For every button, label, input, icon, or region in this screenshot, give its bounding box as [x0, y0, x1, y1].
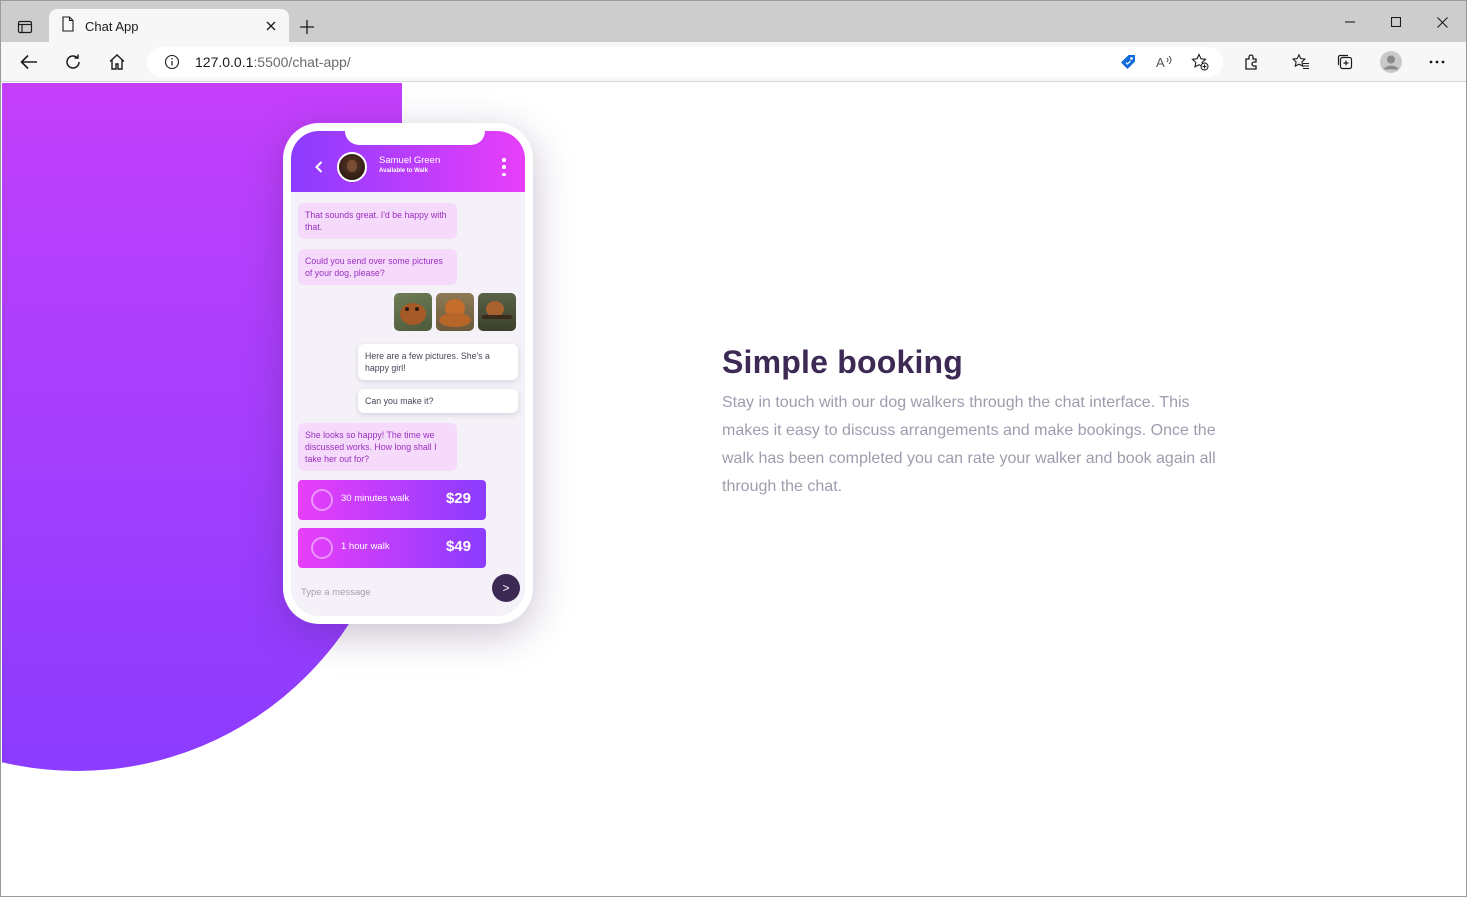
chat-screen: Samuel Green Available to Walk That soun… [291, 131, 525, 616]
kebab-menu-icon[interactable] [497, 157, 511, 177]
svg-text:A: A [1156, 55, 1165, 70]
send-button[interactable]: > [492, 574, 520, 602]
info-icon[interactable] [159, 50, 185, 74]
close-window-button[interactable] [1419, 7, 1465, 37]
dog-photo[interactable] [436, 293, 474, 331]
read-aloud-icon[interactable]: A [1151, 50, 1177, 74]
new-tab-button[interactable] [293, 13, 321, 41]
home-icon[interactable] [101, 47, 133, 77]
favorites-icon[interactable] [1285, 47, 1317, 77]
radio-circle[interactable] [311, 489, 333, 511]
feature-section: Simple booking Stay in touch with our do… [722, 344, 1232, 501]
back-arrow-icon[interactable] [13, 47, 45, 77]
browser-toolbar: 127.0.0.1:5500/chat-app/ A [1, 42, 1466, 82]
more-options-icon[interactable] [1421, 47, 1453, 77]
collections-icon[interactable] [1329, 47, 1361, 77]
page-icon [61, 16, 75, 36]
extensions-icon[interactable] [1236, 47, 1268, 77]
browser-window: Chat App 127.0.0.1:5500/chat-app/ A Samu… [0, 0, 1467, 897]
refresh-icon[interactable] [57, 47, 89, 77]
message-bubble-sent: Here are a few pictures. She's a happy g… [358, 344, 518, 380]
phone-notch [345, 131, 485, 145]
walk-option-30-minutes[interactable]: 30 minutes walk $29 [298, 480, 486, 520]
maximize-button[interactable] [1373, 7, 1419, 37]
offer-label: 30 minutes walk [341, 493, 410, 504]
message-bubble-sent: Can you make it? [358, 389, 518, 413]
message-bubble-received: That sounds great. I'd be happy with tha… [298, 203, 457, 239]
tab-title: Chat App [85, 18, 139, 34]
url-host: 127.0.0.1 [195, 54, 254, 70]
offer-price: $49 [445, 538, 471, 555]
shopping-tag-icon[interactable] [1115, 50, 1141, 74]
profile-avatar-icon[interactable] [1375, 47, 1407, 77]
contact-name: Samuel Green [379, 155, 441, 166]
contact-status: Available to Walk [379, 168, 428, 174]
close-tab-icon[interactable] [257, 12, 285, 40]
url-text[interactable]: 127.0.0.1:5500/chat-app/ [195, 54, 351, 70]
message-bubble-received: She looks so happy! The time we discusse… [298, 423, 457, 471]
message-input[interactable] [301, 584, 481, 600]
url-path: :5500/chat-app/ [253, 54, 351, 70]
radio-circle[interactable] [311, 537, 333, 559]
message-bubble-received: Could you send over some pictures of you… [298, 249, 457, 285]
address-bar[interactable]: 127.0.0.1:5500/chat-app/ A [147, 47, 1223, 77]
walk-option-1-hour[interactable]: 1 hour walk $49 [298, 528, 486, 568]
offer-price: $29 [445, 490, 471, 507]
chevron-left-icon[interactable] [311, 158, 327, 176]
feature-description: Stay in touch with our dog walkers throu… [722, 394, 1216, 495]
dog-photo[interactable] [478, 293, 516, 331]
avatar[interactable] [337, 152, 367, 182]
phone-mockup: Samuel Green Available to Walk That soun… [283, 123, 533, 624]
offer-label: 1 hour walk [341, 541, 390, 552]
dog-photo[interactable] [394, 293, 432, 331]
page-content: Samuel Green Available to Walk That soun… [2, 83, 1466, 891]
minimize-button[interactable] [1327, 7, 1373, 37]
tab-strip: Chat App [1, 1, 1466, 43]
tab-chat-app[interactable]: Chat App [49, 9, 289, 43]
tab-actions-icon[interactable] [11, 13, 39, 41]
feature-title: Simple booking [722, 344, 964, 380]
favorite-add-icon[interactable] [1187, 50, 1213, 74]
